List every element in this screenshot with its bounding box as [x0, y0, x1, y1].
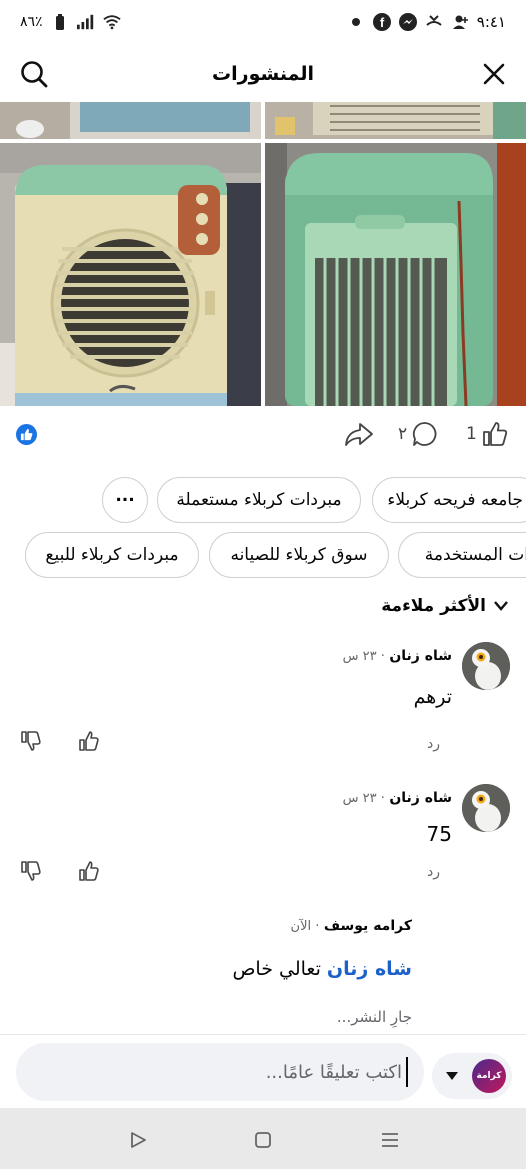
photo-top-left[interactable] — [0, 102, 261, 139]
comment-text: ترهم — [413, 686, 452, 708]
comment-meta: شاه زنان · ٢٣ س — [342, 790, 452, 806]
messenger-icon — [398, 13, 417, 31]
comment-text: 75 — [426, 822, 452, 846]
status-right: f ٩:٤١ — [347, 13, 506, 31]
caret-down-icon — [446, 1072, 458, 1080]
like-action[interactable]: 1 — [466, 418, 509, 450]
chip-group-5[interactable]: مبردات كربلاء للبيع — [25, 532, 199, 578]
chip-group-2[interactable]: مبردات كربلاء مستعملة — [157, 477, 361, 523]
more-icon: ... — [115, 486, 135, 506]
recents-button[interactable] — [376, 1126, 404, 1154]
missed-call-icon — [425, 13, 443, 31]
share-icon — [345, 423, 373, 446]
like-icon[interactable] — [78, 860, 100, 882]
likes-count: 1 — [466, 424, 477, 444]
header: المنشورات — [0, 46, 526, 102]
back-icon — [131, 1132, 146, 1148]
sort-label: الأكثر ملاءمة — [381, 596, 486, 616]
reactions-row: 1 ٢ — [0, 418, 526, 452]
reply-button[interactable]: رد — [427, 736, 440, 752]
comment-action[interactable]: ٢ — [398, 418, 439, 450]
comment-meta: شاه زنان · ٢٣ س — [342, 648, 452, 664]
more-chips-button[interactable]: ... — [102, 477, 148, 523]
search-button[interactable] — [18, 58, 50, 90]
profile-switcher[interactable]: كرامة — [432, 1053, 512, 1099]
reply-button[interactable]: رد — [427, 864, 440, 880]
photo-left[interactable] — [0, 143, 261, 406]
svg-text:f: f — [380, 15, 385, 30]
status-bar: ٨٦٪ f ٩:٤١ — [0, 0, 526, 44]
comment-time: الآن — [290, 919, 312, 934]
wifi-icon — [102, 13, 121, 31]
clock: ٩:٤١ — [476, 13, 506, 31]
close-icon — [483, 63, 505, 85]
comment-input[interactable]: اكتب تعليقًا عامًا... — [16, 1043, 424, 1101]
comment-time: ٢٣ س — [342, 791, 377, 806]
signal-icon — [76, 13, 95, 31]
comment: شاه زنان · ٢٣ س 75 رد — [0, 784, 526, 894]
commenter-name[interactable]: شاه زنان — [389, 648, 452, 664]
post-photos — [0, 102, 526, 406]
comment-time: ٢٣ س — [342, 649, 377, 664]
photo-right[interactable] — [265, 143, 526, 406]
close-button[interactable] — [478, 58, 510, 90]
search-icon — [21, 61, 48, 88]
text-caret — [406, 1057, 408, 1087]
pending-comment-text: شاه زنان تعالي خاص — [232, 958, 412, 980]
commenter-name[interactable]: شاه زنان — [389, 790, 452, 806]
dislike-icon[interactable] — [20, 860, 42, 882]
page-title: المنشورات — [212, 63, 314, 85]
battery-icon — [51, 13, 69, 31]
comment-reactions — [20, 860, 100, 882]
chip-group-3[interactable]: ات المستخدمة — [398, 532, 526, 578]
comment-composer: اكتب تعليقًا عامًا... كرامة — [0, 1034, 526, 1108]
chips-row-2: ات المستخدمة سوق كربلاء للصيانه مبردات ك… — [0, 532, 526, 578]
back-button[interactable] — [124, 1126, 152, 1154]
battery-text: ٨٦٪ — [20, 14, 43, 30]
home-icon — [255, 1132, 271, 1148]
comment-reactions — [20, 730, 100, 752]
comment-icon — [413, 422, 437, 446]
pending-comment-meta: كرامه يوسف · الآن — [290, 918, 412, 934]
commenter-name[interactable]: كرامه يوسف — [324, 918, 412, 934]
mention-link[interactable]: شاه زنان — [327, 958, 412, 980]
avatar[interactable] — [462, 784, 510, 832]
comments-count: ٢ — [398, 424, 408, 444]
chevron-down-icon — [494, 601, 508, 611]
photo-top-right[interactable] — [265, 102, 526, 139]
comment-placeholder: اكتب تعليقًا عامًا... — [265, 1061, 402, 1083]
avatar[interactable] — [462, 642, 510, 690]
person-add-icon — [451, 13, 469, 31]
system-nav-bar — [0, 1108, 526, 1169]
share-action[interactable] — [344, 418, 374, 450]
dot-icon — [347, 13, 365, 31]
sort-selector[interactable]: الأكثر ملاءمة — [381, 596, 508, 616]
chip-group-4[interactable]: سوق كربلاء للصيانه — [209, 532, 389, 578]
recents-icon — [382, 1133, 398, 1147]
posting-status: جارِ النشر... — [336, 1008, 412, 1026]
like-reaction-icon[interactable] — [16, 424, 37, 445]
comment: شاه زنان · ٢٣ س ترهم رد — [0, 642, 526, 762]
chip-group-1[interactable]: جامعه فريحه كربلاء — [372, 477, 526, 523]
like-icon — [482, 422, 507, 446]
avatar: كرامة — [472, 1059, 506, 1093]
facebook-icon: f — [372, 13, 391, 31]
like-icon[interactable] — [78, 730, 100, 752]
dislike-icon[interactable] — [20, 730, 42, 752]
status-left: ٨٦٪ — [20, 13, 121, 31]
chips-row-1: جامعه فريحه كربلاء مبردات كربلاء مستعملة… — [0, 477, 526, 523]
home-button[interactable] — [249, 1126, 277, 1154]
